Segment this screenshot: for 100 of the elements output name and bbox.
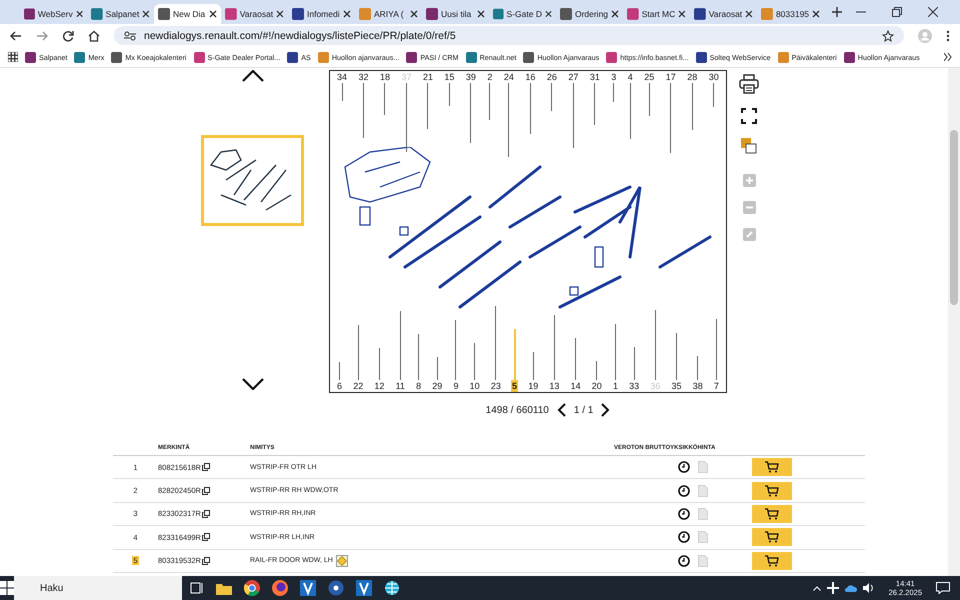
callout-number[interactable]: 20 (590, 380, 603, 392)
volume-icon[interactable] (862, 583, 875, 593)
browser-tab[interactable]: Uusi tila (422, 4, 489, 24)
previous-page-icon[interactable] (556, 403, 566, 417)
folder-icon[interactable] (216, 582, 232, 594)
callout-number[interactable]: 38 (692, 380, 704, 392)
fullscreen-icon[interactable] (741, 108, 757, 124)
callout-number[interactable]: 27 (567, 71, 580, 83)
browser-icon[interactable] (244, 580, 260, 596)
close-icon[interactable] (142, 10, 150, 18)
print-icon[interactable] (739, 74, 759, 94)
callout-number[interactable]: 31 (588, 71, 601, 83)
close-icon[interactable] (276, 10, 284, 18)
callout-number[interactable]: 13 (548, 380, 560, 392)
scrollbar[interactable] (948, 68, 960, 576)
callout-number[interactable]: 33 (628, 380, 640, 392)
callout-number[interactable]: 24 (502, 71, 515, 83)
copy-icon[interactable] (202, 556, 210, 565)
callout-number[interactable]: 8 (415, 380, 422, 392)
callout-number[interactable]: 7 (712, 380, 720, 392)
cloud-icon[interactable] (844, 584, 857, 592)
globe-app-icon[interactable] (384, 580, 400, 596)
callout-number[interactable]: 30 (708, 71, 720, 83)
callout-number[interactable]: 11 (394, 380, 406, 392)
home-icon[interactable] (88, 30, 100, 42)
restore-icon[interactable] (892, 7, 902, 17)
back-icon[interactable] (10, 30, 22, 42)
clock-icon[interactable] (678, 508, 690, 520)
site-info-icon[interactable] (124, 30, 136, 40)
browser-tab[interactable]: Start MC (623, 4, 690, 24)
callout-number[interactable]: 3 (610, 71, 618, 83)
browser-tab[interactable]: Salpanet (87, 4, 154, 24)
callout-number[interactable]: 5 (511, 380, 518, 392)
apps-grid-icon[interactable] (8, 52, 18, 62)
add-to-cart-button[interactable] (752, 552, 792, 570)
forward-icon[interactable] (36, 30, 48, 42)
close-icon[interactable] (76, 10, 83, 18)
callout-number[interactable]: 32 (357, 71, 370, 83)
callout-number[interactable]: 12 (373, 380, 386, 392)
browser-tab[interactable]: Varaosat (690, 4, 757, 24)
close-icon[interactable] (678, 10, 686, 18)
new-tab-icon[interactable] (832, 7, 842, 17)
close-icon[interactable] (209, 10, 217, 18)
browser-tab[interactable]: Ordering (556, 4, 623, 24)
callout-number[interactable]: 10 (468, 380, 481, 392)
callout-number[interactable]: 29 (431, 380, 444, 392)
close-icon[interactable] (928, 7, 938, 17)
fox-browser-icon[interactable] (272, 580, 288, 596)
taskbar-search-field[interactable]: Haku (14, 576, 182, 600)
browser-tab[interactable]: WebServ (20, 4, 87, 24)
browser-tab[interactable]: 8033195 (757, 4, 824, 24)
copy-icon[interactable] (202, 486, 210, 495)
address-bar[interactable]: newdialogys.renault.com/#!/newdialogys/listePiece/PR/plate/0/ref/5 (114, 26, 904, 45)
callout-number[interactable]: 21 (422, 71, 434, 83)
callout-number[interactable]: 34 (336, 71, 348, 83)
close-icon[interactable] (812, 10, 820, 18)
add-to-cart-button[interactable] (752, 482, 792, 500)
callout-number[interactable]: 6 (336, 380, 344, 392)
v-app-icon[interactable] (300, 580, 316, 596)
reload-icon[interactable] (62, 30, 74, 42)
callout-number[interactable]: 25 (643, 71, 656, 83)
clock-icon[interactable] (678, 484, 690, 497)
windows-start-icon[interactable] (0, 581, 14, 595)
browser-tab[interactable]: Varaosat (221, 4, 288, 24)
callout-number[interactable]: 14 (570, 380, 582, 392)
callout-number[interactable]: 22 (352, 380, 364, 392)
callout-number[interactable]: 9 (452, 380, 460, 392)
disc-app-icon[interactable] (328, 580, 344, 596)
close-icon[interactable] (544, 10, 552, 18)
callout-number[interactable]: 39 (464, 71, 477, 83)
callout-number[interactable]: 23 (490, 380, 502, 392)
browser-tab[interactable]: Infomedi (288, 4, 355, 24)
close-icon[interactable] (343, 10, 351, 18)
copy-icon[interactable] (202, 510, 210, 518)
close-icon[interactable] (611, 10, 619, 18)
callout-number[interactable]: 28 (686, 71, 698, 83)
close-icon[interactable] (477, 10, 485, 18)
bookmark-star-icon[interactable] (882, 30, 894, 42)
clock-icon[interactable] (678, 461, 690, 474)
browser-tab[interactable]: S-Gate D (489, 4, 556, 24)
task-view-icon[interactable] (190, 582, 204, 594)
v-app-icon[interactable] (356, 580, 372, 596)
next-page-icon[interactable] (601, 403, 610, 417)
copy-icon[interactable] (202, 533, 210, 542)
add-to-cart-button[interactable] (752, 528, 792, 546)
callout-number[interactable]: 4 (626, 71, 634, 83)
add-to-cart-button[interactable] (752, 458, 792, 476)
close-icon[interactable] (745, 10, 753, 18)
notification-icon[interactable] (936, 582, 950, 594)
callout-number[interactable]: 26 (546, 71, 558, 83)
callout-number[interactable]: 17 (664, 71, 677, 83)
chevron-down-icon[interactable] (242, 378, 264, 390)
add-to-cart-button[interactable] (752, 504, 792, 523)
layers-icon[interactable] (741, 138, 757, 154)
close-icon[interactable] (410, 10, 418, 18)
more-chevron-icon[interactable] (944, 53, 952, 61)
callout-number[interactable]: 15 (443, 71, 456, 83)
callout-number[interactable]: 16 (524, 71, 536, 83)
menu-icon[interactable] (946, 30, 950, 42)
chevron-up-icon[interactable] (242, 70, 264, 82)
